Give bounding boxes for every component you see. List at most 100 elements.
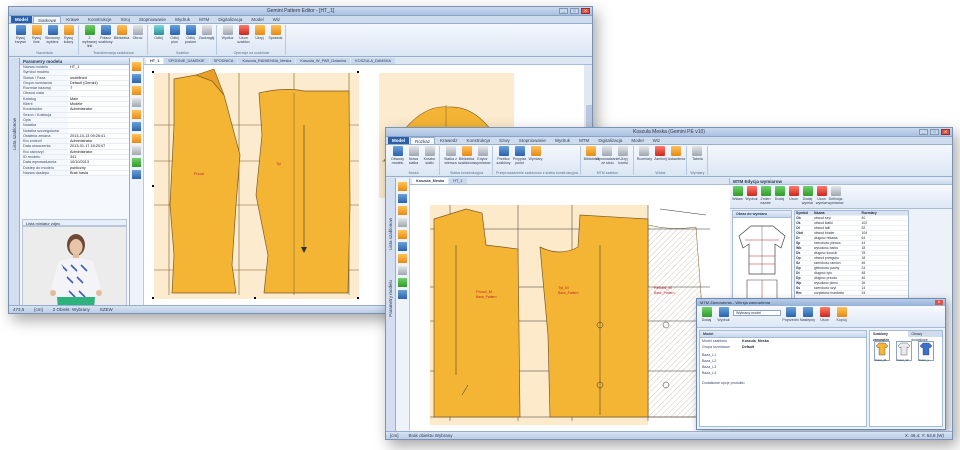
mtm-toolbar-button[interactable]: Zmien nazwe (759, 186, 772, 207)
ribbon-button[interactable]: Odbij poziom (183, 25, 198, 51)
ribbon-button[interactable]: Z wybranej linii (82, 25, 97, 51)
property-value[interactable]: Administrator (68, 107, 129, 112)
ribbon-tab[interactable]: Digitalizacja (594, 137, 626, 144)
document-tab[interactable]: Koszula_Meska (412, 178, 449, 184)
property-value[interactable] (68, 128, 129, 133)
property-value[interactable] (68, 112, 129, 117)
ribbon-tab[interactable]: Wydruk (171, 16, 194, 23)
ribbon-tab[interactable]: MTM (575, 137, 593, 144)
dart-tool-icon[interactable] (398, 230, 407, 239)
curve-tool-icon[interactable] (398, 206, 407, 215)
property-value[interactable]: 2013-10-13 09:26:41 (68, 133, 129, 139)
mtm-toolbar-button[interactable]: Dodaj wymiar (801, 186, 814, 207)
document-tab[interactable]: HT_1 (146, 58, 164, 64)
ribbon-button[interactable]: Edytor wymiarow (475, 146, 491, 171)
ribbon-button[interactable]: Polacz szablony (98, 25, 113, 51)
ribbon-tab[interactable]: Wiz (649, 137, 665, 144)
property-value[interactable]: Main (68, 96, 129, 102)
ribbon-button[interactable]: Obwody modelu (390, 146, 405, 171)
mtm-toolbar-button[interactable]: Definicja wymiarow (828, 186, 844, 207)
cut-tool-icon[interactable] (398, 266, 407, 275)
dialog-toolbar-button[interactable]: Dodaj (699, 307, 714, 322)
ribbon-tab[interactable]: Konstrukcje (84, 16, 116, 23)
dialog-toolbar-button[interactable]: Wydruk (716, 307, 731, 322)
document-tab[interactable]: KOSZULA_DAMSKA (351, 58, 396, 64)
property-value[interactable]: Default (Gemini) (68, 80, 129, 86)
ribbon-tab[interactable]: Digitalizacja (214, 16, 246, 23)
dialog-toolbar-button[interactable]: Nastepny (800, 307, 815, 322)
cut-tool-icon[interactable] (132, 146, 141, 155)
ribbon-button[interactable]: Ukryj (252, 25, 267, 51)
mtm-toolbar-button[interactable]: Wydruk (745, 186, 758, 207)
template-thumbnail[interactable]: Kolor_L (918, 341, 934, 362)
ribbon-button[interactable]: Wymiary (528, 146, 543, 171)
dialog-tab[interactable]: Obrazy dodatkowe (908, 331, 942, 342)
seam-tool-icon[interactable] (132, 158, 141, 167)
document-tab[interactable]: Koszula_RAMIENNA_Meska (238, 58, 296, 64)
ribbon-tab[interactable]: Konstrukcja (463, 137, 495, 144)
seam-tool-icon[interactable] (398, 278, 407, 287)
property-value[interactable] (68, 123, 129, 128)
dart-tool-icon[interactable] (132, 110, 141, 119)
property-value[interactable]: Brak hasla (68, 170, 129, 176)
side-dock[interactable]: Lista szablonow Parametry modelu (386, 178, 396, 431)
dialog-toolbar-button[interactable]: Poprzedni (782, 307, 799, 322)
ribbon-button[interactable]: Biblioteka (114, 25, 129, 51)
ribbon-tab[interactable]: Model (388, 137, 409, 144)
ribbon-tab[interactable]: Krawe (62, 16, 83, 23)
ribbon-button[interactable]: Przelicz szablony (496, 146, 511, 171)
pen-tool-icon[interactable] (398, 182, 407, 191)
ribbon-tab[interactable]: Stroj (117, 16, 134, 23)
ribbon-button[interactable]: Obroc (130, 25, 145, 51)
ribbon-tab[interactable]: Wydruk (551, 137, 574, 144)
property-value[interactable] (68, 117, 129, 123)
pen-tool-icon[interactable] (132, 62, 141, 71)
property-value[interactable]: publiczny (68, 165, 129, 170)
ribbon-tab[interactable]: Model (627, 137, 647, 144)
ribbon-button[interactable]: Przypisz punkt (512, 146, 527, 171)
document-tab[interactable]: SPODNIE_DAMSKIE (164, 58, 209, 64)
template-thumbnail[interactable]: Kolor_W (896, 341, 912, 362)
ribbon-tab[interactable]: Stopniowanie (135, 16, 170, 23)
ribbon-button[interactable]: Nowa siatka (406, 146, 421, 171)
table-row[interactable]: Rm rozpietosc mankietu 24 (795, 291, 908, 296)
point-tool-icon[interactable] (398, 218, 407, 227)
ribbon-button[interactable]: Wydluz (220, 25, 235, 51)
ribbon-tab[interactable]: Model (247, 16, 267, 23)
ribbon-tab[interactable]: Wiz (269, 16, 285, 23)
column-header[interactable]: Rozmiary (861, 211, 909, 215)
ribbon-button[interactable]: Tabela (690, 146, 705, 171)
text-tool-icon[interactable] (132, 170, 141, 179)
close-button[interactable]: ✕ (581, 8, 590, 14)
mtm-toolbar-button[interactable]: Usun (787, 186, 800, 207)
ribbon-tab[interactable]: MTM (195, 16, 213, 23)
size-row[interactable]: Baza_L4 (700, 370, 866, 376)
ribbon-button[interactable]: Zamknij (653, 146, 668, 171)
property-row[interactable]: Nazwa dostepu Brak hasla (20, 170, 129, 177)
dialog-toolbar-button[interactable]: Usun (817, 307, 832, 322)
ribbon-button[interactable]: Odbij pion (167, 25, 182, 51)
ribbon-button[interactable]: Sprawdz (268, 25, 283, 51)
ribbon-button[interactable]: Odbij (151, 25, 166, 51)
ribbon-button[interactable]: Rysuj linie (29, 25, 44, 51)
ribbon-tab[interactable]: Siatkowe (33, 16, 62, 23)
line-tool-icon[interactable] (398, 194, 407, 203)
mtm-toolbar-button[interactable]: Dodaj (773, 186, 786, 207)
ribbon-button[interactable]: Rysuj kolory (61, 25, 76, 51)
property-value[interactable]: 2013-01-17 16:20:07 (68, 144, 129, 149)
dialog-tab[interactable]: Szablony zamowien (870, 331, 908, 342)
property-value[interactable]: 341 (68, 155, 129, 160)
notch-tool-icon[interactable] (132, 134, 141, 143)
curve-tool-icon[interactable] (132, 86, 141, 95)
property-value[interactable]: HT_1 (68, 65, 129, 70)
column-header[interactable]: Symbol (795, 211, 813, 215)
ribbon-tab[interactable]: Model (11, 16, 32, 23)
document-tab[interactable]: SPODNICA (209, 58, 238, 64)
maximize-button[interactable]: □ (570, 8, 579, 14)
ribbon-tab[interactable]: Stopniowanie (515, 137, 550, 144)
ribbon-button[interactable]: Siatka z wiersza (443, 146, 458, 171)
close-button[interactable]: ✕ (941, 129, 950, 135)
model-select[interactable]: Wybrany model (733, 310, 781, 316)
ribbon-tab[interactable]: Krawedz (436, 137, 462, 144)
line-tool-icon[interactable] (132, 74, 141, 83)
